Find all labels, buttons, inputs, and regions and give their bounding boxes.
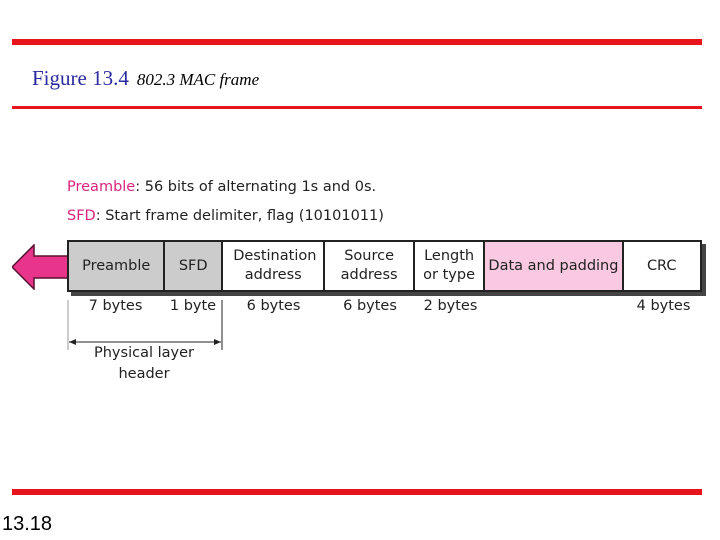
field-preamble: Preamble: [69, 242, 166, 290]
field-label: Destination address: [233, 248, 317, 283]
field-label: SFD: [178, 257, 208, 274]
field-label: Data and padding: [488, 257, 619, 274]
field-destination-address: Destination address: [223, 242, 326, 290]
field-label: Preamble: [82, 257, 151, 274]
bottom-rule: [12, 489, 702, 495]
field-length-or-type: Length or type: [414, 242, 486, 290]
mac-frame: Preamble SFD Destination address Source add…: [67, 240, 702, 292]
page-number: 13.18: [2, 513, 53, 535]
field-size: 2 bytes: [423, 298, 478, 314]
figure-title: Figure 13.4 802.3 MAC frame: [32, 66, 259, 91]
field-label: Length or type: [423, 248, 476, 283]
legend-sfd: SFD: Start frame delimiter, flag (101010…: [67, 208, 384, 224]
field-label: CRC: [646, 257, 677, 274]
field-size: 6 bytes: [343, 298, 397, 314]
figure-number: Figure 13.4: [32, 66, 129, 90]
field-size: 6 bytes: [246, 298, 301, 314]
top-rule: [12, 39, 702, 45]
field-label: Source address: [340, 248, 398, 283]
field-source-address: Source address: [325, 242, 415, 290]
field-size: 4 bytes: [636, 298, 691, 314]
legend-preamble: Preamble: 56 bits of alternating 1s and …: [67, 179, 376, 195]
legend-text: : 56 bits of alternating 1s and 0s.: [135, 179, 377, 195]
figure-caption: 802.3 MAC frame: [136, 70, 260, 89]
field-data-and-padding: Data and padding: [485, 242, 624, 290]
field-sfd: SFD: [165, 242, 224, 290]
direction-arrow-icon: [12, 244, 68, 290]
title-rule: [12, 106, 702, 109]
field-crc: CRC: [623, 242, 700, 290]
legend-term: SFD: [67, 208, 96, 224]
legend-text: : Start frame delimiter, flag (10101011): [95, 208, 384, 224]
legend-term: Preamble: [67, 179, 136, 195]
physical-header-label: Physical layer header: [94, 345, 194, 382]
